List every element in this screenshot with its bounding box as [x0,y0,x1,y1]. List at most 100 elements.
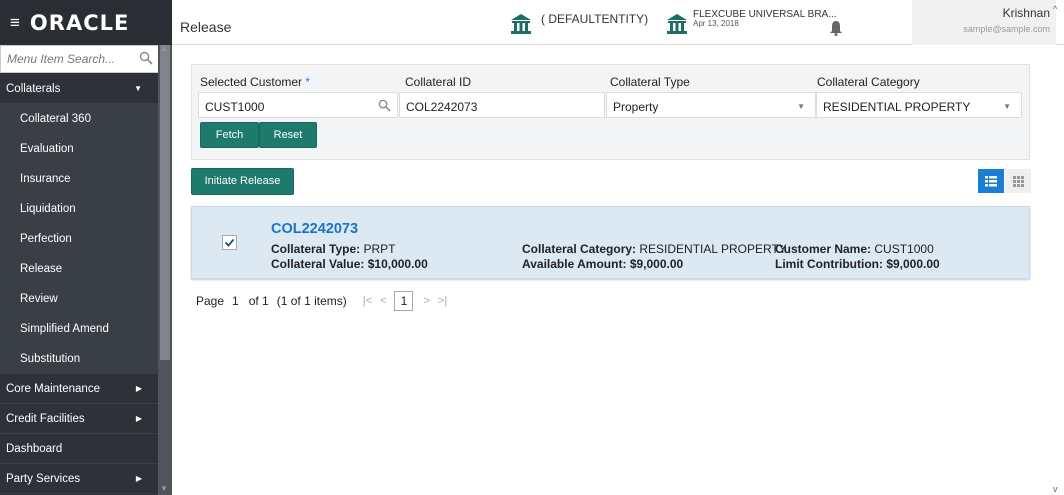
collateral-result-card[interactable]: COL2242073 Collateral Type: PRPT Collate… [191,206,1030,279]
header: Release ( DEFAULTENTITY) FLEXCUBE UNIVER… [172,0,1064,45]
sidebar-item-simplified-amend[interactable]: Simplified Amend [0,314,158,344]
sidebar-scrollbar-thumb[interactable] [160,45,170,360]
chevron-down-icon: ▼ [134,84,142,93]
entity-name[interactable]: ( DEFAULTENTITY) [541,12,648,26]
required-marker: * [305,75,311,89]
collateral-type-info: Collateral Type: PRPT [271,242,396,256]
user-menu[interactable]: Krishnan sample@sample.com [912,0,1056,45]
collateral-value-info: Collateral Value: $10,000.00 [271,257,428,271]
sidebar-item-label: Perfection [20,232,72,245]
collateral-type-value: Property [613,100,659,114]
current-page-button[interactable]: 1 [394,291,414,311]
sidebar-item-label: Simplified Amend [20,322,109,335]
sidebar: ≡ ORACLE Menu Item Search... Collaterals… [0,0,172,495]
next-page-icon[interactable]: > [423,295,429,307]
sidebar-item-label: Party Services [6,472,81,485]
select-checkbox[interactable] [222,235,237,250]
page-label: Page [196,294,225,308]
grid-view-icon [1013,176,1024,187]
last-page-icon[interactable]: >| [438,295,447,307]
sidebar-item-core-maintenance[interactable]: Core Maintenance ▶ [0,374,158,404]
sidebar-item-collaterals[interactable]: Collaterals ▼ [0,74,158,104]
customer-search-icon[interactable] [378,99,391,112]
selected-customer-label: Selected Customer * [200,75,311,89]
prev-page-icon[interactable]: < [380,295,386,307]
collateral-category-info: Collateral Category: RESIDENTIAL PROPERT… [522,242,787,256]
sidebar-item-collateral-360[interactable]: Collateral 360 [0,104,158,134]
chevron-down-icon: ▼ [1003,102,1011,111]
grid-view-toggle[interactable] [1005,169,1031,193]
search-icon[interactable] [139,51,153,65]
branch-date: Apr 13, 2018 [693,19,739,28]
collateral-id-value: COL2242073 [406,100,478,114]
sidebar-scrollbar[interactable] [158,45,172,495]
sidebar-item-label: Credit Facilities [6,412,85,425]
user-email: sample@sample.com [963,24,1050,34]
hamburger-menu-icon[interactable]: ≡ [10,14,20,31]
sidebar-item-label: Insurance [20,172,71,185]
chevron-down-icon: ▼ [797,102,805,111]
sidebar-item-dashboard[interactable]: Dashboard [0,434,158,464]
chevron-right-icon: ▶ [135,474,142,483]
sidebar-item-review[interactable]: Review [0,284,158,314]
items-count: (1 of 1 items) [276,294,347,308]
menu-search-input[interactable]: Menu Item Search... [0,45,160,73]
selected-customer-value: CUST1000 [205,100,265,114]
page-of-total: of 1 [248,294,269,308]
bank-branch-icon[interactable] [666,13,688,35]
collateral-id-label: Collateral ID [405,75,472,89]
customer-name-info: Customer Name: CUST1000 [775,242,934,256]
scroll-up-icon[interactable]: ▲ [160,44,168,53]
collateral-type-label: Collateral Type [610,75,690,89]
first-page-icon[interactable]: |< [363,295,372,307]
sidebar-item-label: Release [20,262,63,275]
collateral-id-link[interactable]: COL2242073 [271,221,358,237]
collateral-category-value: RESIDENTIAL PROPERTY [823,100,971,114]
filter-panel: Selected Customer * CUST1000 Collateral … [191,64,1030,160]
list-view-toggle[interactable] [978,169,1004,193]
sidebar-item-insurance[interactable]: Insurance [0,164,158,194]
sidebar-item-evaluation[interactable]: Evaluation [0,134,158,164]
logo-bar: ≡ ORACLE [0,0,172,45]
bell-icon[interactable] [829,20,843,36]
collateral-type-select[interactable]: Property ▼ [606,92,816,118]
sidebar-item-label: Collateral 360 [20,112,91,125]
sidebar-item-release[interactable]: Release [0,254,158,284]
sidebar-item-liquidation[interactable]: Liquidation [0,194,158,224]
sidebar-item-credit-facilities[interactable]: Credit Facilities ▶ [0,404,158,434]
sidebar-item-perfection[interactable]: Perfection [0,224,158,254]
chevron-right-icon: ▶ [135,414,142,423]
collateral-id-field[interactable]: COL2242073 [399,92,605,118]
sidebar-item-party-services[interactable]: Party Services ▶ [0,464,158,494]
main-scroll-down-icon[interactable]: v [1053,484,1058,494]
sidebar-item-label: Dashboard [6,442,63,455]
page-number-input[interactable]: 1 [232,294,239,308]
available-amount-info: Available Amount: $9,000.00 [522,257,684,271]
user-name: Krishnan [1002,6,1050,20]
selected-customer-field[interactable]: CUST1000 [198,92,398,118]
menu-search-placeholder: Menu Item Search... [7,52,116,66]
sidebar-item-label: Evaluation [20,142,74,155]
page-title: Release [180,19,232,35]
sidebar-item-label: Collaterals [6,82,61,95]
sidebar-item-label: Review [20,292,58,305]
checkmark-icon [224,238,235,247]
sidebar-item-label: Substitution [20,352,81,365]
chevron-right-icon: ▶ [135,384,142,393]
list-view-icon [985,176,997,187]
collateral-category-select[interactable]: RESIDENTIAL PROPERTY ▼ [816,92,1022,118]
sidebar-item-substitution[interactable]: Substitution [0,344,158,374]
bank-entity-icon[interactable] [510,13,532,35]
oracle-logo: ORACLE [29,10,130,35]
main-scroll-up-icon[interactable]: ^ [1053,4,1057,14]
pagination: Page 1 of 1 (1 of 1 items) |< < 1 > >| [196,290,455,312]
scroll-down-icon[interactable]: ▼ [160,484,168,493]
sidebar-item-label: Liquidation [20,202,76,215]
sidebar-nav: Collaterals ▼ Collateral 360 Evaluation Insu… [0,74,158,494]
initiate-release-button[interactable]: Initiate Release [191,168,294,195]
fetch-button[interactable]: Fetch [200,122,259,148]
sidebar-item-label: Core Maintenance [6,382,100,395]
collateral-category-label: Collateral Category [817,75,920,89]
reset-button[interactable]: Reset [259,122,317,148]
limit-contribution-info: Limit Contribution: $9,000.00 [775,257,940,271]
